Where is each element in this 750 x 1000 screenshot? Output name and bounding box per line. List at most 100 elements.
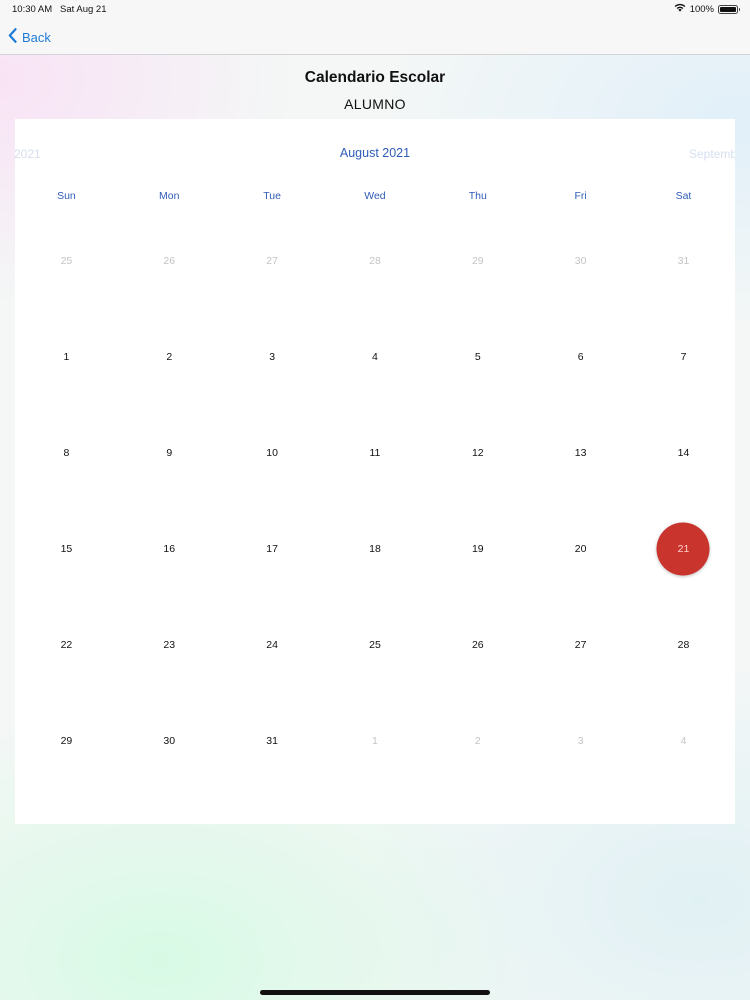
- day-cell-outside-month[interactable]: 1: [324, 693, 427, 789]
- weekday-mon: Mon: [159, 190, 180, 202]
- navigation-bar: Back: [0, 18, 750, 55]
- day-cell[interactable]: 23: [118, 597, 221, 693]
- day-cell[interactable]: 20: [529, 501, 632, 597]
- day-number: 17: [266, 543, 278, 555]
- day-number: 2: [474, 735, 481, 747]
- back-button[interactable]: Back: [8, 26, 51, 48]
- week-row: 8 9 10 11 12 13 14: [15, 405, 735, 501]
- day-cell[interactable]: 6: [529, 309, 632, 405]
- month-header: 2021 August 2021 September: [14, 119, 735, 183]
- day-number: 5: [474, 351, 481, 363]
- day-cell[interactable]: 16: [118, 501, 221, 597]
- day-cell[interactable]: 11: [324, 405, 427, 501]
- page-title: Calendario Escolar: [304, 69, 446, 86]
- day-number: 19: [471, 543, 484, 555]
- day-cell-outside-month[interactable]: 26: [118, 213, 221, 309]
- day-cell-outside-month[interactable]: 25: [15, 213, 118, 309]
- day-number: 10: [266, 447, 278, 459]
- day-cell[interactable]: 10: [221, 405, 324, 501]
- day-number: 26: [163, 255, 176, 267]
- next-month-label[interactable]: September: [689, 147, 735, 161]
- day-cell-outside-month[interactable]: 29: [426, 213, 529, 309]
- weekday-fri: Fri: [574, 190, 587, 202]
- day-cell[interactable]: 19: [426, 501, 529, 597]
- day-number: 30: [163, 735, 176, 747]
- weekday-thu: Thu: [468, 190, 487, 202]
- status-time: 10:30 AM: [12, 4, 53, 15]
- day-number: 9: [166, 447, 173, 459]
- day-cell[interactable]: 22: [15, 597, 118, 693]
- battery-level: [720, 6, 736, 12]
- day-number: 13: [574, 447, 587, 459]
- day-cell[interactable]: 27: [529, 597, 632, 693]
- weekday-sat: Sat: [675, 190, 692, 202]
- day-cell[interactable]: 17: [221, 501, 324, 597]
- day-number: 31: [266, 735, 278, 747]
- day-cell[interactable]: 26: [426, 597, 529, 693]
- day-number: 30: [574, 255, 587, 267]
- day-cell[interactable]: 9: [118, 405, 221, 501]
- battery-icon: [718, 4, 740, 14]
- day-number: 2: [166, 351, 173, 363]
- page-subtitle: ALUMNO: [344, 96, 406, 112]
- day-number: 28: [369, 255, 381, 267]
- current-month-label[interactable]: August 2021: [15, 146, 735, 160]
- day-cell[interactable]: 8: [15, 405, 118, 501]
- day-cell[interactable]: 14: [632, 405, 735, 501]
- day-number: 27: [266, 255, 278, 267]
- day-cell[interactable]: 28: [632, 597, 735, 693]
- day-number: 7: [680, 351, 687, 363]
- day-cell-outside-month[interactable]: 3: [529, 693, 632, 789]
- weekday-wed: Wed: [364, 190, 386, 202]
- day-number: 23: [163, 639, 176, 651]
- day-cell-outside-month[interactable]: 2: [426, 693, 529, 789]
- day-cell[interactable]: 18: [324, 501, 427, 597]
- day-cell-outside-month[interactable]: 4: [632, 693, 735, 789]
- day-grid: 25 26 27 28 29 30 31 1 2 3 4 5 6 7 8 9 10 11 12 13 14 15 16 17 1…: [15, 213, 735, 789]
- day-cell[interactable]: 7: [632, 309, 735, 405]
- status-bar: 10:30 AM Sat Aug 21 100%: [0, 0, 750, 18]
- day-cell[interactable]: 31: [221, 693, 324, 789]
- day-cell[interactable]: 4: [324, 309, 427, 405]
- day-number: 25: [60, 255, 73, 267]
- day-cell[interactable]: 12: [426, 405, 529, 501]
- day-cell-outside-month[interactable]: 28: [324, 213, 427, 309]
- day-number: 25: [369, 639, 381, 651]
- weekday-sun: Sun: [57, 190, 76, 202]
- day-cell[interactable]: 29: [15, 693, 118, 789]
- back-label: Back: [22, 29, 51, 45]
- day-number: 4: [680, 735, 687, 747]
- day-number: 27: [574, 639, 587, 651]
- day-cell[interactable]: 25: [324, 597, 427, 693]
- day-number: 1: [63, 351, 70, 363]
- day-cell[interactable]: 15: [15, 501, 118, 597]
- day-cell-selected[interactable]: 21: [632, 501, 735, 597]
- wifi-icon: [674, 3, 686, 15]
- day-cell[interactable]: 2: [118, 309, 221, 405]
- day-number: 29: [471, 255, 484, 267]
- day-cell[interactable]: 5: [426, 309, 529, 405]
- day-number: 26: [471, 639, 484, 651]
- week-row: 15 16 17 18 19 20 21: [15, 501, 735, 597]
- day-number: 8: [63, 447, 70, 459]
- day-cell[interactable]: 24: [221, 597, 324, 693]
- day-number: 14: [677, 447, 690, 459]
- day-number: 11: [369, 447, 381, 459]
- day-cell[interactable]: 1: [15, 309, 118, 405]
- day-cell[interactable]: 3: [221, 309, 324, 405]
- battery-percent: 100%: [689, 3, 714, 15]
- day-number: 29: [60, 735, 73, 747]
- week-row: 1 2 3 4 5 6 7: [15, 309, 735, 405]
- day-cell-outside-month[interactable]: 30: [529, 213, 632, 309]
- day-cell[interactable]: 13: [529, 405, 632, 501]
- day-number: 21: [677, 543, 690, 555]
- day-number: 20: [574, 543, 587, 555]
- day-cell-outside-month[interactable]: 27: [221, 213, 324, 309]
- day-number: 1: [372, 735, 378, 747]
- home-indicator: [260, 990, 490, 995]
- day-number: 3: [269, 351, 276, 363]
- day-cell[interactable]: 30: [118, 693, 221, 789]
- day-number: 16: [163, 543, 176, 555]
- chevron-left-icon: [8, 28, 17, 46]
- day-cell-outside-month[interactable]: 31: [632, 213, 735, 309]
